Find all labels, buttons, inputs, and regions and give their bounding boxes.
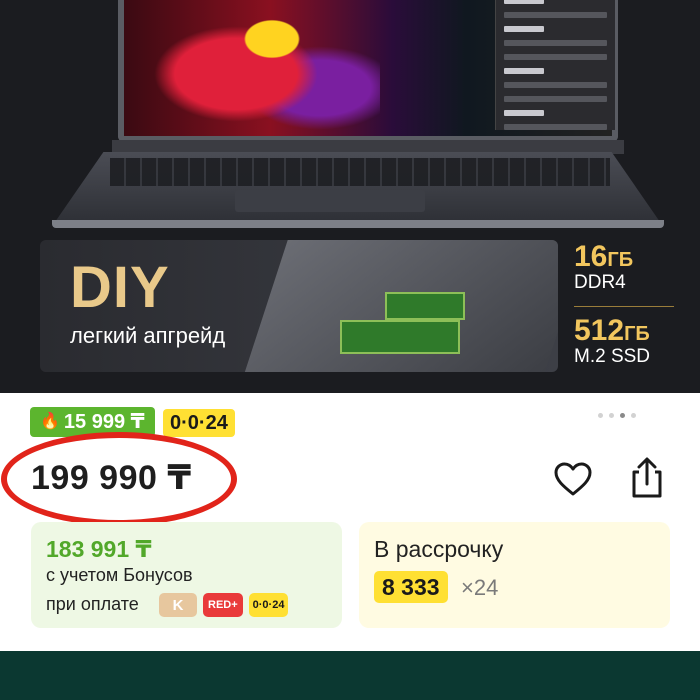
screen-artwork: [140, 0, 380, 130]
pager-dot-active[interactable]: [620, 413, 625, 418]
diy-title: DIY: [70, 255, 170, 320]
bottom-action-bar[interactable]: [0, 651, 700, 700]
flame-icon: 🔥: [40, 413, 60, 430]
spec-ssd-label: M.2 SSD: [574, 346, 651, 367]
laptop-edge: [52, 220, 664, 228]
spec-divider: [574, 306, 674, 307]
installment-024-badge: 0·0·24: [248, 593, 289, 617]
bonus-price-note: с учетом Бонусов: [46, 565, 193, 585]
bonus-price-card[interactable]: 183 991 ₸ с учетом Бонусов при оплате K …: [31, 522, 342, 628]
share-button[interactable]: [626, 456, 668, 500]
laptop-keys: [110, 158, 610, 186]
red-plus-badge: RED+: [203, 593, 243, 617]
diy-upgrade-panel: DIY легкий апгрейд: [40, 240, 558, 372]
share-icon: [632, 457, 662, 498]
product-image-banner[interactable]: DIY легкий апгрейд 16ГБ DDR4 512ГБ M.2 S…: [0, 0, 700, 393]
ram-module: [340, 320, 460, 354]
bonus-price-amount: 183 991 ₸: [46, 536, 152, 562]
heart-icon: [554, 462, 592, 496]
spec-ssd: 512ГБ M.2 SSD: [574, 314, 650, 368]
price-highlight-circle: [1, 432, 237, 526]
spec-ram-label: DDR4: [574, 272, 626, 293]
installment-term: ×24: [461, 575, 499, 600]
laptop-touchpad: [235, 190, 425, 212]
bonus-payment-note: при оплате: [46, 594, 139, 614]
spec-ram-value: 16: [574, 240, 608, 273]
diy-subtitle: легкий апгрейд: [70, 323, 226, 348]
gallery-pager[interactable]: [598, 413, 636, 418]
payment-method-badges: K RED+ 0·0·24: [159, 593, 289, 617]
spec-ram-unit: ГБ: [607, 249, 634, 271]
pager-dot[interactable]: [598, 413, 603, 418]
spec-ssd-value: 512: [574, 314, 625, 347]
installment-monthly-amount: 8 333: [374, 571, 448, 603]
installment-badge: 0·0·24: [163, 409, 235, 437]
ram-module: [385, 292, 465, 320]
pager-dot[interactable]: [631, 413, 636, 418]
kaspi-icon: K: [159, 593, 197, 617]
installment-card[interactable]: В рассрочку 8 333 ×24: [359, 522, 670, 628]
pager-dot[interactable]: [609, 413, 614, 418]
installment-label: В рассрочку: [374, 536, 504, 562]
spec-ram: 16ГБ DDR4: [574, 240, 633, 294]
laptop-hinge: [112, 140, 624, 154]
screen-editor-panel: [495, 0, 615, 130]
favorite-button[interactable]: [553, 460, 593, 500]
spec-ssd-unit: ГБ: [624, 323, 650, 345]
